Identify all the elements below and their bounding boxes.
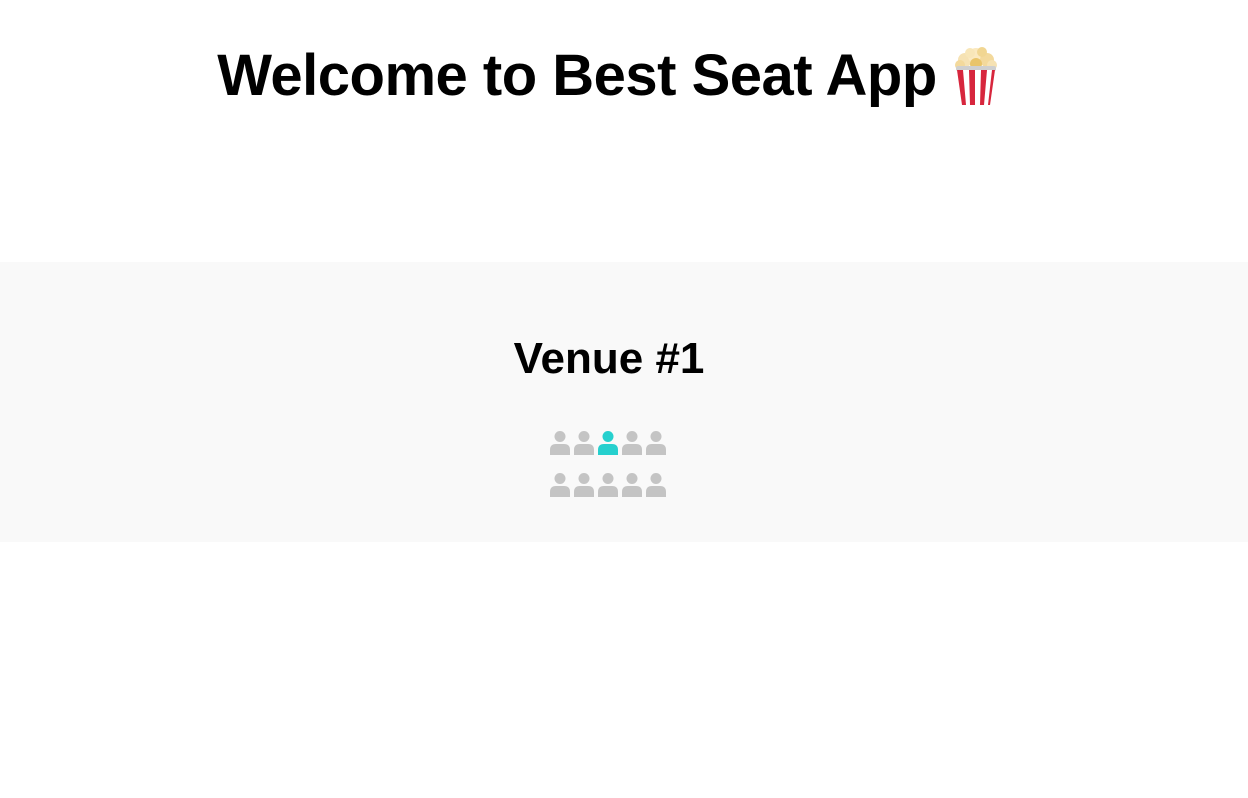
person-icon <box>622 431 642 455</box>
person-icon <box>574 431 594 455</box>
popcorn-icon <box>951 46 1001 106</box>
page-title: Welcome to Best Seat App <box>217 34 1001 118</box>
person-icon <box>598 473 618 497</box>
venue-title: Venue #1 <box>513 334 705 383</box>
seat-selected[interactable] <box>597 430 619 456</box>
page: Welcome to Best Seat App Venue #1 <box>0 0 1248 798</box>
page-title-text: Welcome to Best Seat App <box>217 43 937 108</box>
person-icon <box>574 473 594 497</box>
seat-row <box>549 430 671 458</box>
seat-available[interactable] <box>549 472 571 498</box>
venue-section: Venue #1 <box>0 262 1248 542</box>
person-icon <box>646 473 666 497</box>
person-icon <box>598 431 618 455</box>
seat-available[interactable] <box>573 430 595 456</box>
seat-row <box>549 472 671 500</box>
seat-available[interactable] <box>597 472 619 498</box>
seat-available[interactable] <box>645 430 667 456</box>
seat-available[interactable] <box>645 472 667 498</box>
seat-available[interactable] <box>573 472 595 498</box>
person-icon <box>550 431 570 455</box>
seat-available[interactable] <box>549 430 571 456</box>
person-icon <box>550 473 570 497</box>
person-icon <box>622 473 642 497</box>
seat-map <box>549 430 671 514</box>
person-icon <box>646 431 666 455</box>
header: Welcome to Best Seat App <box>0 34 1218 118</box>
seat-available[interactable] <box>621 430 643 456</box>
seat-available[interactable] <box>621 472 643 498</box>
